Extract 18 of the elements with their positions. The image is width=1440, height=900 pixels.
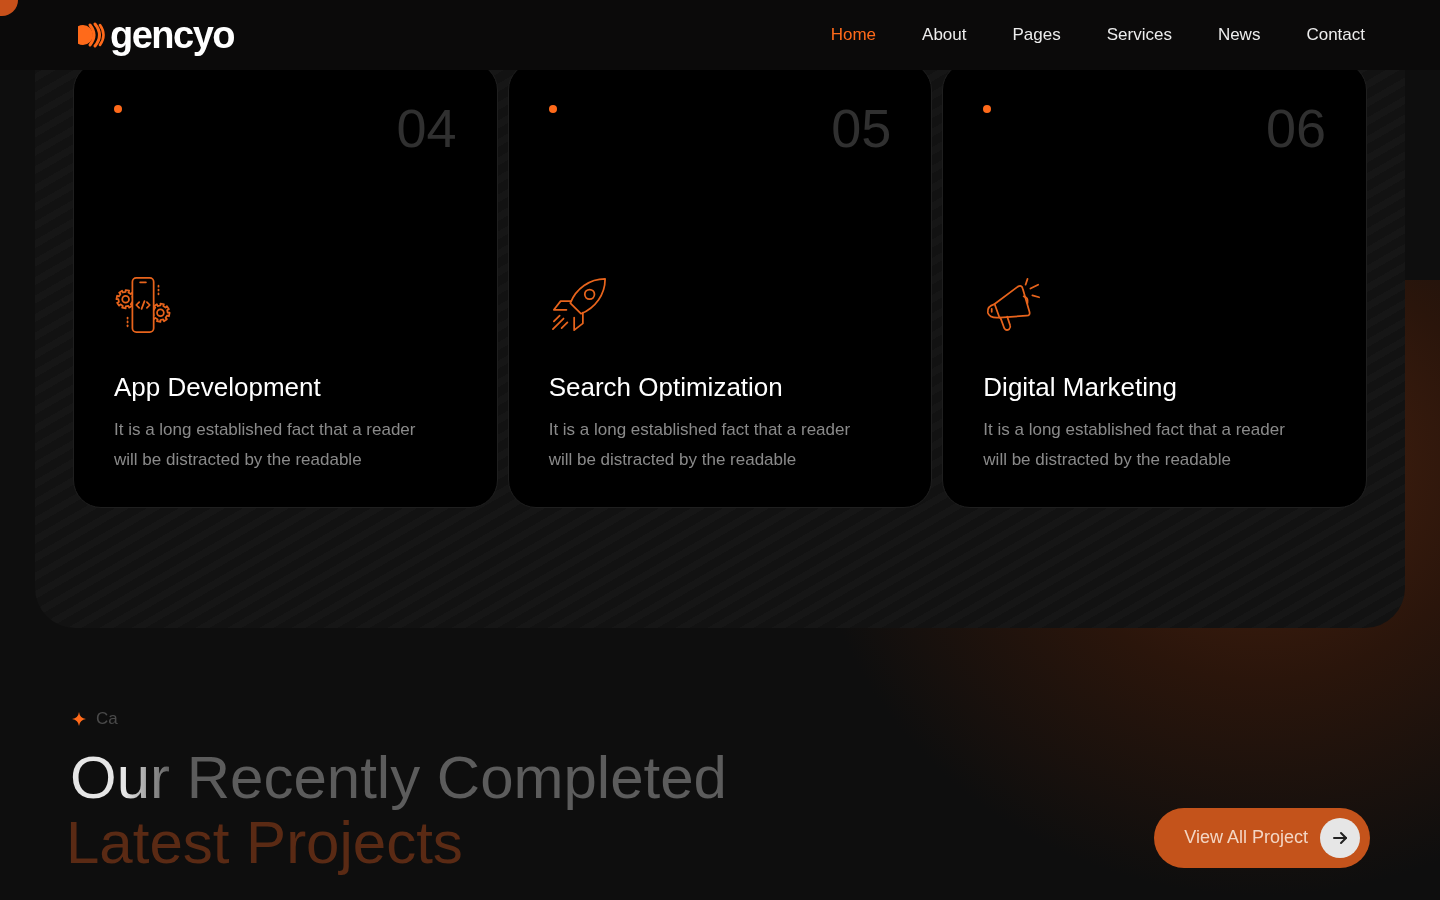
nav-link[interactable]: Services	[1106, 22, 1172, 48]
section-subtitle: Latest Projects	[66, 809, 463, 876]
sparkle-icon	[72, 711, 86, 726]
nav-link[interactable]: About	[922, 22, 967, 48]
nav-link[interactable]: News	[1217, 22, 1261, 48]
nav-link[interactable]: Pages	[1012, 22, 1061, 48]
logo-link[interactable]: gencyo	[78, 16, 235, 54]
card-description: It is a long established fact that a reader will be distracted by the readable	[983, 419, 1286, 471]
card-title: App Development	[114, 371, 322, 403]
section-eyebrow: Ca	[96, 708, 118, 730]
logo-text: gencyo	[110, 16, 235, 54]
nav-link[interactable]: Contact	[1306, 22, 1365, 48]
card-title: Search Optimization	[548, 371, 784, 403]
logo-icon	[78, 21, 106, 49]
card-description: It is a long established fact that a reader will be distracted by the readable	[114, 419, 417, 471]
card-description: It is a long established fact that a reader will be distracted by the readable	[548, 419, 852, 471]
card-title: Digital Marketing	[983, 371, 1178, 403]
nav-link[interactable]: Home	[830, 22, 877, 48]
